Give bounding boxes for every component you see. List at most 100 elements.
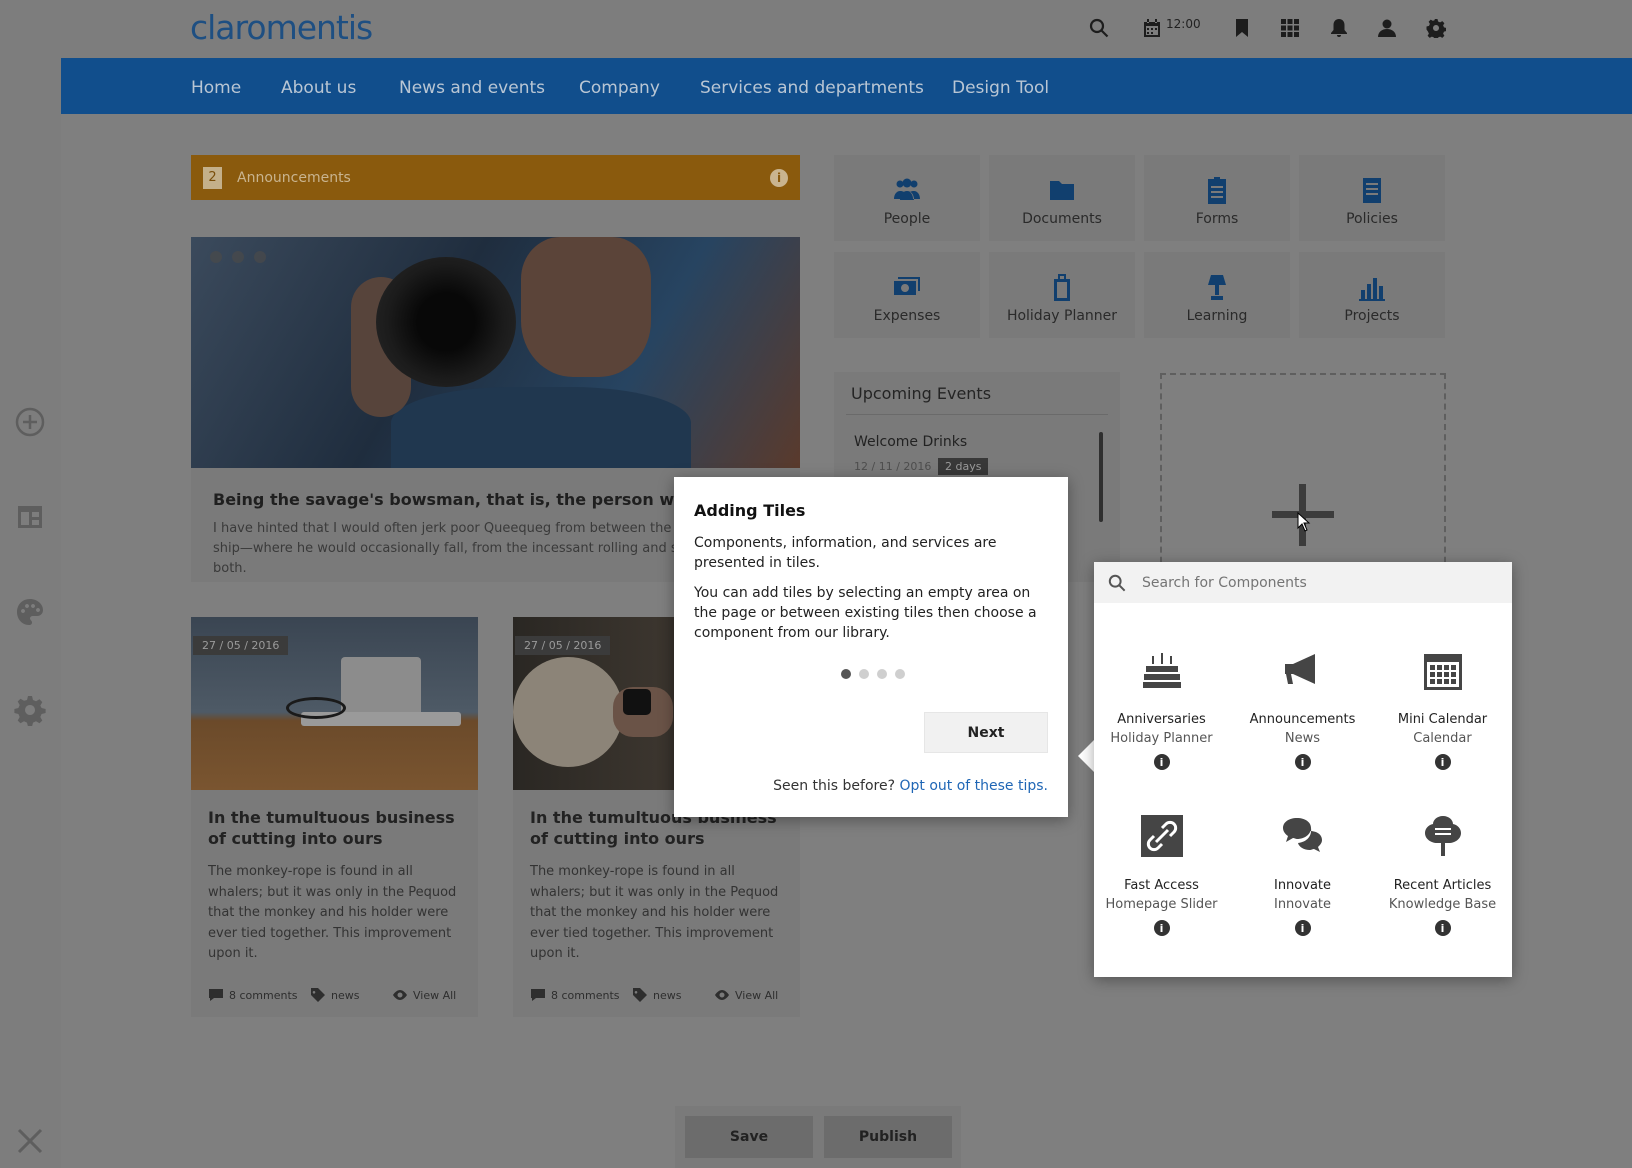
step-dot [841, 669, 851, 679]
link-icon [1140, 814, 1184, 858]
main-nav: Home About us News and events Company Se… [61, 58, 1632, 114]
view-all-link[interactable]: View All [714, 987, 778, 1003]
card-date: 27 / 05 / 2016 [193, 636, 289, 655]
logo[interactable]: claromentis [190, 8, 373, 47]
document-icon [1363, 178, 1381, 203]
user-icon[interactable] [1375, 16, 1399, 40]
info-icon[interactable]: i [1294, 920, 1311, 936]
tip-title: Adding Tiles [694, 501, 806, 520]
nav-home[interactable]: Home [191, 78, 241, 98]
component-recent-articles[interactable]: Recent Articles Knowledge Base i [1375, 814, 1510, 936]
announcements-count: 2 [203, 166, 222, 189]
info-icon[interactable]: i [1153, 754, 1170, 770]
info-icon[interactable]: i [1153, 920, 1170, 936]
money-icon [894, 277, 920, 295]
info-icon[interactable]: i [1294, 754, 1311, 770]
layout-icon[interactable] [10, 497, 50, 537]
tile-people[interactable]: People [834, 155, 980, 241]
component-search[interactable] [1094, 562, 1512, 603]
next-button[interactable]: Next [924, 712, 1048, 753]
apps-grid-icon[interactable] [1278, 16, 1302, 40]
component-source: News [1284, 731, 1321, 746]
info-icon[interactable]: i [1434, 920, 1451, 936]
search-icon[interactable] [1087, 16, 1111, 40]
tile-label: Expenses [873, 308, 941, 324]
tag-link[interactable]: news [310, 987, 359, 1003]
tip-paragraph: You can add tiles by selecting an empty … [694, 585, 1037, 641]
info-icon[interactable]: i [770, 169, 788, 187]
bookmark-icon[interactable] [1230, 16, 1254, 40]
event-date: 12 / 11 / 2016 [854, 460, 932, 473]
view-all-label: View All [413, 988, 457, 1002]
comments-count: 8 comments [229, 988, 298, 1002]
publish-button[interactable]: Publish [824, 1116, 952, 1158]
component-source: Innovate [1273, 897, 1332, 912]
step-dot [877, 669, 887, 679]
bar-chart-icon [1359, 278, 1385, 301]
announcements-label: Announcements [237, 169, 351, 186]
card-date: 27 / 05 / 2016 [515, 636, 611, 655]
opt-out-link[interactable]: Opt out of these tips. [899, 778, 1048, 794]
tip-step-dots[interactable] [841, 669, 905, 679]
nav-about-us[interactable]: About us [281, 78, 356, 98]
calendar-icon[interactable] [1140, 16, 1164, 40]
tile-forms[interactable]: Forms [1144, 155, 1290, 241]
tree-icon [1421, 814, 1465, 858]
component-anniversaries[interactable]: Anniversaries Holiday Planner i [1094, 648, 1229, 770]
tile-label: Learning [1186, 308, 1248, 324]
save-button[interactable]: Save [685, 1116, 813, 1158]
carousel-dots[interactable] [210, 251, 266, 263]
gear-icon[interactable] [10, 690, 50, 730]
nav-services-and-departments[interactable]: Services and departments [700, 78, 924, 98]
nav-design-tool[interactable]: Design Tool [952, 78, 1049, 98]
component-name: Announcements [1249, 712, 1356, 727]
eye-icon [393, 990, 407, 1000]
people-icon [894, 178, 920, 200]
view-all-link[interactable]: View All [392, 987, 456, 1003]
comments-link[interactable]: 8 comments [530, 987, 620, 1003]
card-text: The monkey-rope is found in all whalers;… [530, 864, 779, 961]
settings-gear-icon[interactable] [1424, 16, 1448, 40]
tile-holiday-planner[interactable]: Holiday Planner [989, 252, 1135, 338]
close-icon[interactable] [10, 1121, 50, 1161]
tile-label: Projects [1344, 308, 1400, 324]
scrollbar[interactable] [1099, 432, 1103, 522]
search-icon [1108, 574, 1126, 591]
tile-policies[interactable]: Policies [1299, 155, 1445, 241]
card-footer: 8 comments news View All [208, 987, 468, 1007]
tile-label: Documents [1022, 211, 1102, 227]
add-circle-icon[interactable] [10, 402, 50, 442]
chat-bubbles-icon [1281, 814, 1325, 858]
comment-icon [209, 989, 223, 1001]
component-name: Anniversaries [1117, 712, 1206, 727]
component-name: Recent Articles [1393, 878, 1492, 893]
tile-label: Forms [1195, 211, 1239, 227]
info-icon[interactable]: i [1434, 754, 1451, 770]
component-fast-access[interactable]: Fast Access Homepage Slider i [1094, 814, 1229, 936]
card-title[interactable]: In the tumultuous business of cutting in… [208, 807, 468, 849]
tile-documents[interactable]: Documents [989, 155, 1135, 241]
palette-icon[interactable] [10, 592, 50, 632]
tag-link[interactable]: news [632, 987, 681, 1003]
announcements-bar[interactable]: 2 Announcements i [191, 155, 800, 200]
bell-icon[interactable] [1327, 16, 1351, 40]
nav-news-and-events[interactable]: News and events [399, 78, 545, 98]
component-mini-calendar[interactable]: Mini Calendar Calendar i [1375, 648, 1510, 770]
tag-icon [311, 988, 325, 1002]
clock-time: 12:00 [1166, 17, 1201, 31]
component-innovate[interactable]: Innovate Innovate i [1235, 814, 1370, 936]
news-card[interactable]: 27 / 05 / 2016 In the tumultuous busines… [191, 617, 478, 1017]
tile-expenses[interactable]: Expenses [834, 252, 980, 338]
comments-link[interactable]: 8 comments [208, 987, 298, 1003]
tile-projects[interactable]: Projects [1299, 252, 1445, 338]
lamp-icon [1208, 275, 1226, 300]
step-dot [895, 669, 905, 679]
panel-pointer [1078, 740, 1094, 772]
component-search-input[interactable] [1142, 574, 1462, 591]
component-announcements[interactable]: Announcements News i [1235, 648, 1370, 770]
tip-footer: Seen this before? Opt out of these tips. [773, 778, 1048, 794]
nav-company[interactable]: Company [579, 78, 660, 98]
tile-learning[interactable]: Learning [1144, 252, 1290, 338]
tile-label: Holiday Planner [1006, 308, 1118, 324]
event-name[interactable]: Welcome Drinks [854, 434, 967, 450]
